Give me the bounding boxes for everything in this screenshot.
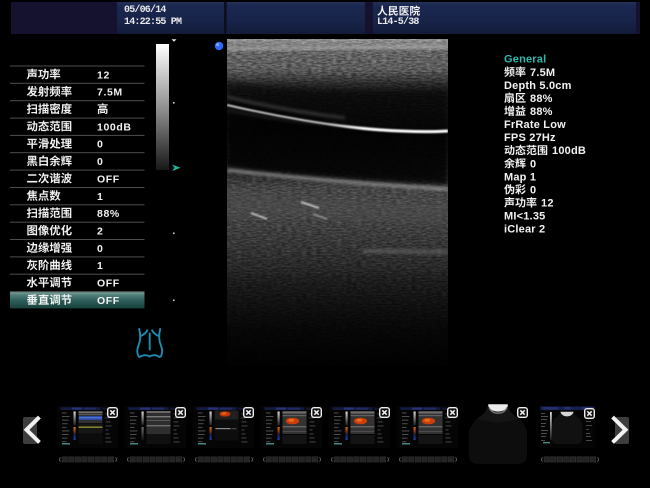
svg-text:OFF: OFF bbox=[97, 295, 120, 307]
svg-text:1: 1 bbox=[97, 260, 103, 272]
svg-text:0: 0 bbox=[97, 156, 103, 168]
svg-text:iClear 2: iClear 2 bbox=[504, 224, 545, 236]
svg-text:0: 0 bbox=[97, 139, 103, 151]
svg-text:0: 0 bbox=[530, 158, 536, 170]
svg-text:FPS 27Hz: FPS 27Hz bbox=[504, 132, 556, 144]
svg-text:MI<1.35: MI<1.35 bbox=[504, 211, 545, 223]
svg-text:88%: 88% bbox=[530, 106, 553, 118]
svg-text:FrRate Low: FrRate Low bbox=[504, 119, 566, 131]
svg-text:General: General bbox=[504, 54, 546, 66]
svg-text:7.5M: 7.5M bbox=[530, 67, 555, 79]
svg-text:0: 0 bbox=[97, 243, 103, 255]
svg-text:12: 12 bbox=[97, 69, 110, 81]
svg-text:OFF: OFF bbox=[97, 278, 120, 290]
svg-text:7.5M: 7.5M bbox=[97, 87, 123, 99]
svg-text:OFF: OFF bbox=[97, 173, 120, 185]
svg-text:100dB: 100dB bbox=[552, 145, 586, 157]
svg-text:2: 2 bbox=[97, 226, 103, 238]
svg-text:88%: 88% bbox=[530, 93, 553, 105]
svg-text:1: 1 bbox=[97, 191, 103, 203]
svg-text:88%: 88% bbox=[97, 208, 120, 220]
svg-text:Map 1: Map 1 bbox=[504, 171, 536, 183]
svg-text:0: 0 bbox=[530, 184, 536, 196]
svg-text:Depth 5.0cm: Depth 5.0cm bbox=[504, 80, 572, 92]
svg-text:12: 12 bbox=[541, 198, 554, 210]
svg-text:100dB: 100dB bbox=[97, 121, 132, 133]
